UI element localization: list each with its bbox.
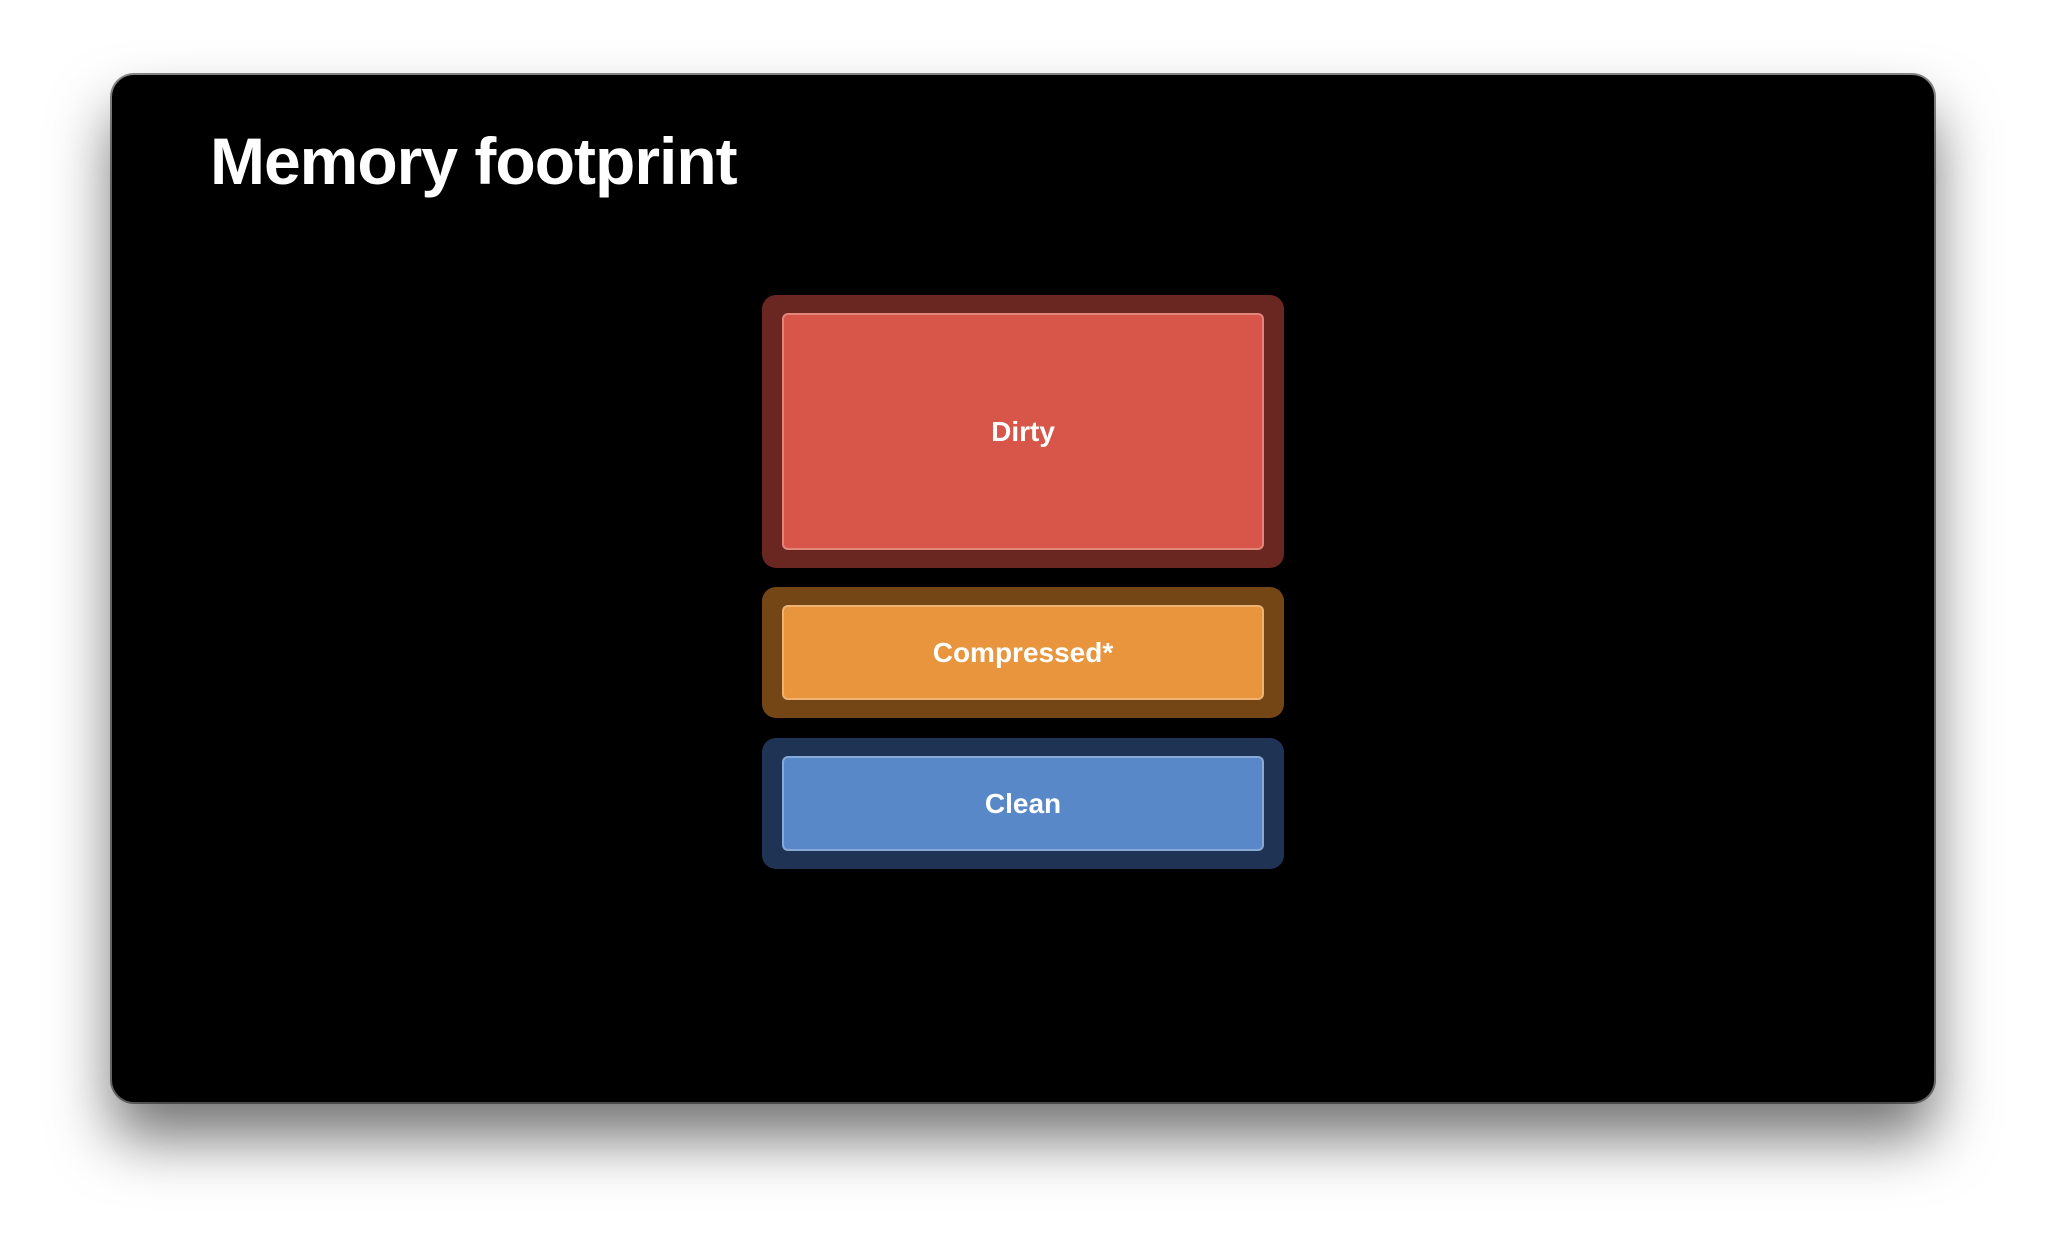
slide-window: Memory footprint Dirty Compressed* Clean <box>112 75 1934 1102</box>
clean-block-fill: Clean <box>782 756 1264 851</box>
clean-block: Clean <box>762 738 1284 869</box>
clean-label: Clean <box>984 787 1062 819</box>
dirty-block: Dirty <box>762 295 1284 568</box>
compressed-label: Compressed* <box>932 636 1114 668</box>
slide-title: Memory footprint <box>210 124 738 198</box>
dirty-label: Dirty <box>991 415 1055 447</box>
compressed-block: Compressed* <box>762 587 1284 718</box>
compressed-block-fill: Compressed* <box>782 605 1264 700</box>
dirty-block-fill: Dirty <box>782 313 1264 550</box>
